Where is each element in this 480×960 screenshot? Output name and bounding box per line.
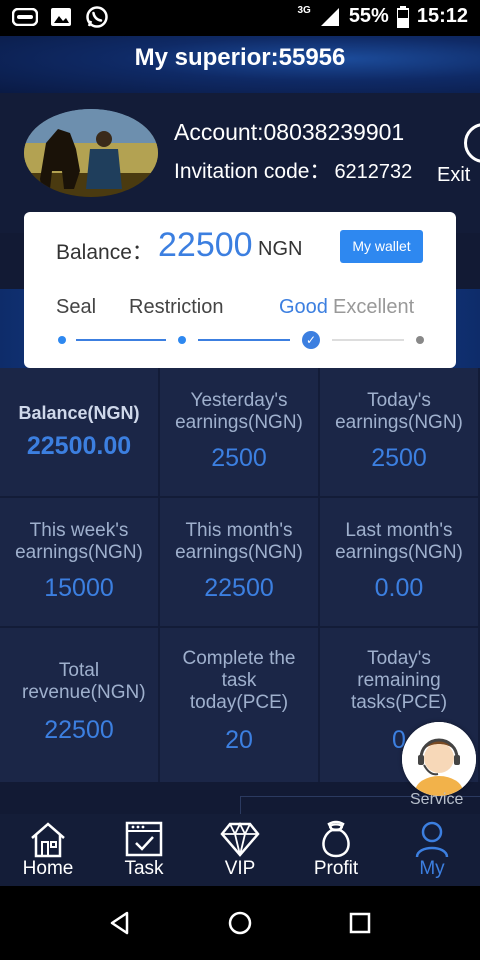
level-line [198,339,290,341]
home-circle-icon[interactable] [227,910,253,936]
nav-label: Task [124,858,164,879]
stat-label: This week's earnings(NGN) [15,520,143,563]
task-icon [125,821,163,857]
invitation-code: 6212732 [334,161,413,183]
level-seal: Seal [56,296,97,318]
system-nav-bar [0,886,480,960]
stat-cell: Last month's earnings(NGN) 0.00 [320,498,478,626]
stat-cell: Balance(NGN) 22500.00 [0,368,158,496]
level-restriction: Restriction [129,296,224,318]
exit-icon[interactable] [464,123,480,163]
customer-service-button[interactable] [402,722,476,796]
stat-label: Total revenue(NGN) [22,660,146,703]
stat-value: 22500 [44,716,114,744]
money-bag-icon [322,820,350,858]
nav-label: Profit [313,858,359,879]
network-type: 3G [297,5,311,16]
nav-vip[interactable]: VIP [192,820,288,886]
superior-text: My superior:55956 [134,44,346,71]
stat-cell: Yesterday's earnings(NGN) 2500 [160,368,318,496]
level-excellent: Excellent [333,296,415,318]
nav-label: VIP [224,858,256,879]
clock: 15:12 [416,5,468,27]
balance-label: Balance： [56,241,153,264]
app-content: My superior:55956 Account:08038239901 In… [0,36,480,886]
battery-percent: 55% [348,5,389,27]
back-icon[interactable] [107,910,133,936]
home-icon [31,822,65,858]
stat-label: Yesterday's earnings(NGN) [175,390,303,433]
stat-cell: Today's earnings(NGN) 2500 [320,368,478,496]
stat-value: 22500 [204,574,274,602]
level-good: Good [279,296,328,318]
level-progress-track: ✓ [58,331,424,349]
invitation-code-label: Invitation code： [174,160,331,183]
user-icon [415,821,449,858]
balance-value: 22500 [158,226,253,264]
stat-label: Today's earnings(NGN) [335,390,463,433]
service-label[interactable]: Service [410,791,463,809]
nav-home[interactable]: Home [0,820,96,886]
level-dot [416,336,424,344]
whatsapp-icon [84,6,110,28]
balance-unit: NGN [258,238,303,260]
stat-value: 15000 [44,574,114,602]
my-wallet-button[interactable]: My wallet [340,230,423,263]
stat-label: Today's remaining tasks(PCE) [350,648,448,713]
stat-label: Balance(NGN) [18,403,140,423]
stat-value: 2500 [211,444,267,472]
battery-icon [396,5,409,28]
invitation-code-row: Invitation code： 6212732 [174,155,412,185]
stat-cell: This week's earnings(NGN) 15000 [0,498,158,626]
level-line [332,339,404,341]
recents-icon[interactable] [347,910,373,936]
superior-banner: My superior:55956 [0,36,480,93]
toggle-icon [12,6,38,28]
level-dot [58,336,66,344]
status-bar: 3G 55% 15:12 [0,0,480,36]
stat-value: 0.00 [374,574,424,602]
account-number: Account:08038239901 [174,119,405,145]
stat-label: This month's earnings(NGN) [175,520,303,563]
bottom-nav: Home Task VIP Profit My [0,814,480,886]
signal-icon [320,7,339,26]
nav-my[interactable]: My [384,820,480,886]
exit-button[interactable]: Exit [437,164,470,187]
stat-value: 20 [225,726,253,754]
stat-label: Complete the task today(PCE) [182,648,296,713]
stat-cell: Total revenue(NGN) 22500 [0,628,158,782]
level-line [76,339,166,341]
stat-value: 2500 [371,444,427,472]
nav-label: My [419,858,445,879]
stats-grid: Balance(NGN) 22500.00 Yesterday's earnin… [0,368,480,782]
stat-cell: This month's earnings(NGN) 22500 [160,498,318,626]
level-dot [178,336,186,344]
avatar[interactable] [24,109,158,197]
level-check-icon: ✓ [302,331,320,349]
nav-label: Home [22,858,74,879]
nav-task[interactable]: Task [96,820,192,886]
stat-label: Last month's earnings(NGN) [335,520,463,563]
stat-cell: Complete the task today(PCE) 20 [160,628,318,782]
image-icon [48,6,74,28]
balance-card: Balance： 22500 NGN My wallet Seal Restri… [24,212,456,368]
diamond-icon [220,821,260,857]
nav-profit[interactable]: Profit [288,820,384,886]
headset-agent-icon [402,722,476,796]
stat-value: 22500.00 [26,432,132,460]
